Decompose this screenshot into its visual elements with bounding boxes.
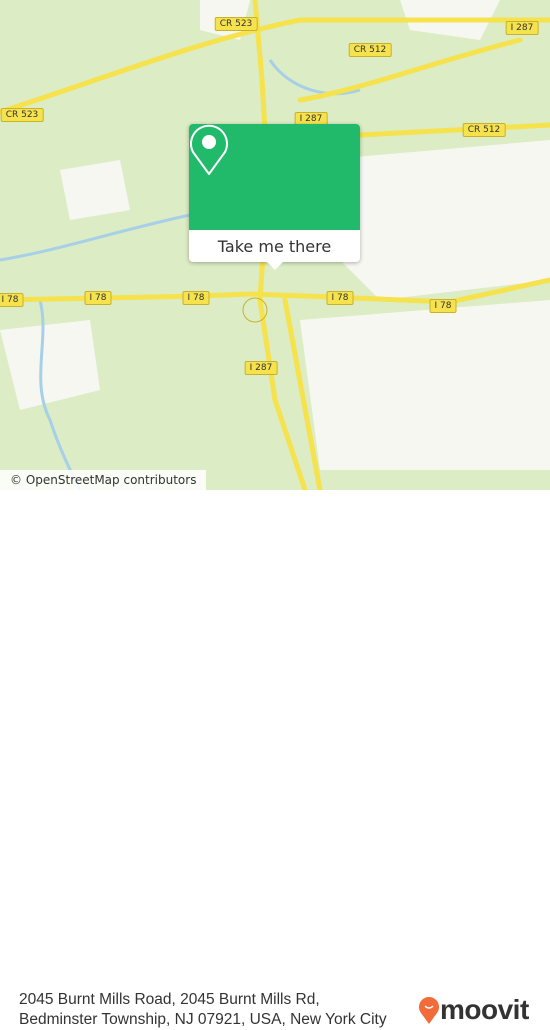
map-attribution[interactable]: © OpenStreetMap contributors [0,470,207,490]
moovit-pin-icon [419,997,439,1024]
take-me-there-button[interactable]: Take me there [189,230,360,262]
road-shield: I 78 [182,291,210,305]
road-shield: I 78 [429,299,457,313]
road-shield: I 78 [84,291,112,305]
moovit-logo: moovit [418,994,529,1026]
map-pin-icon [190,124,228,175]
road-shield: I 287 [505,21,539,35]
address-line-2: Bedminster Township, NJ 07921, USA, New … [19,1011,387,1028]
map[interactable]: CR 523 CR 512 I 287 CR 523 I 287 CR 512 … [0,0,550,490]
address-line-1: 2045 Burnt Mills Road, 2045 Burnt Mills … [19,991,320,1008]
road-shield: CR 512 [348,43,392,57]
road-shield: I 287 [244,361,278,375]
road-shield: CR 523 [0,108,44,122]
logo-text: moovit [440,994,529,1025]
road-shield: I 78 [326,291,354,305]
road-shield: CR 523 [214,17,258,31]
location-popup: Take me there [189,124,360,270]
road-shield: CR 512 [462,123,506,137]
road-shield: I 78 [0,293,24,307]
popup-header [189,124,360,230]
address: 2045 Burnt Mills Road, 2045 Burnt Mills … [19,990,387,1030]
footer: 2045 Burnt Mills Road, 2045 Burnt Mills … [0,490,550,1028]
